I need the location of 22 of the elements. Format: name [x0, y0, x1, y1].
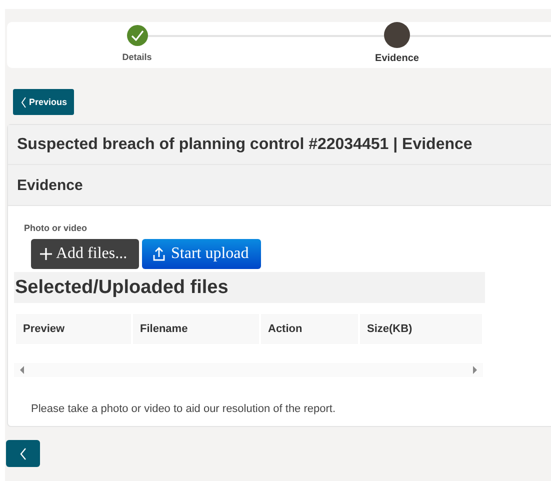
scroll-left-icon[interactable]: [20, 366, 24, 374]
previous-button[interactable]: Previous: [13, 89, 74, 115]
scroll-right-icon[interactable]: [473, 366, 477, 374]
column-header: Size(KB): [360, 314, 482, 344]
report-title: Suspected breach of planning control #22034451 | Evidence: [8, 125, 551, 165]
step-label: Evidence: [375, 53, 419, 64]
files-heading: Selected/Uploaded files: [14, 272, 485, 303]
step-label: Details: [122, 52, 152, 62]
chevron-left-icon: [21, 96, 26, 108]
section-heading: Evidence: [8, 165, 551, 206]
add-files-button[interactable]: Add files...: [31, 239, 139, 269]
hint-text: Please take a photo or video to aid our resolution of the report.: [31, 403, 337, 415]
column-header: Filename: [133, 314, 259, 344]
horizontal-scrollbar[interactable]: [14, 363, 483, 377]
column-header: Action: [261, 314, 358, 344]
back-button[interactable]: [6, 440, 40, 467]
plus-icon: [40, 248, 52, 260]
start-upload-button[interactable]: Start upload: [142, 239, 261, 269]
chevron-left-icon: [20, 448, 26, 460]
field-label: Photo or video: [24, 223, 88, 233]
upload-icon: [151, 246, 167, 262]
column-header: Preview: [16, 314, 131, 344]
